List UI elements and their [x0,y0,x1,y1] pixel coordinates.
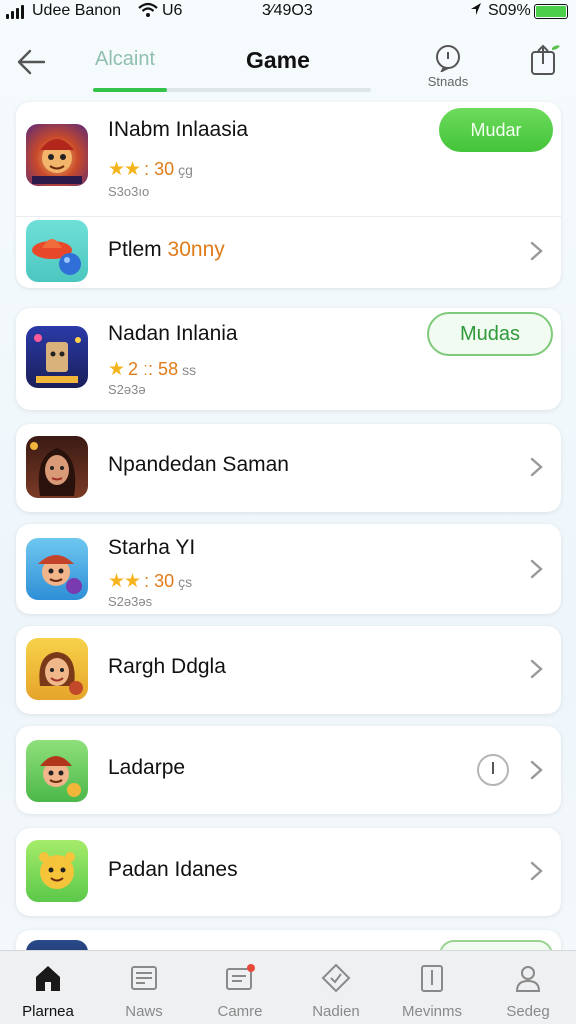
app-icon-inabm[interactable] [26,124,88,186]
rating-value: 2 ː: 58 [128,359,179,379]
app-name-prefix: Ptlem [108,238,162,261]
rating-unit: ss [182,361,197,378]
page-title: Game [246,47,310,73]
network-type: U6 [162,2,183,19]
app-rating: ★★ : 30 ҫs [108,570,192,593]
tab-alcaint[interactable]: Alcaint [95,48,155,71]
divider [16,216,561,217]
nav-camre[interactable]: Camre [195,963,285,1020]
stands-label: Stnads [427,74,469,89]
chevron-right-icon[interactable] [527,658,545,680]
tab-track [93,88,371,92]
rating-value: : 30 [144,159,175,179]
app-header: Alcaint Game Stnads [0,36,576,96]
app-icon-ptlem[interactable] [26,220,88,282]
app-size: S2ə3əs [108,594,153,609]
nav-news-label: Naws [125,1003,163,1020]
chevron-right-icon[interactable] [527,558,545,580]
mudar-button[interactable]: Mudar [439,108,553,152]
share-button[interactable] [526,42,562,78]
stands-button[interactable]: Stnads [424,44,472,89]
rating-stars-icon: ★ [108,359,125,380]
rating-unit: ҫg [178,161,193,178]
app-size: S2ə3ə [108,382,146,397]
share-icon [531,44,560,75]
carrier-name: Udee Banon [32,2,121,19]
nav-mevinms[interactable]: Mevinms [387,963,477,1020]
chevron-right-icon[interactable] [527,240,545,262]
app-group-card: INabm Inlaasia ★★ : 30 ҫg S3o3ıo Mudar P… [16,102,561,288]
chevron-right-icon[interactable] [527,456,545,478]
app-name: Starha YI [108,536,196,559]
tag-icon [321,963,351,993]
app-card[interactable]: Nadan Inlania ★ 2 ː: 58 ss S2ə3ə Mudas [16,308,561,410]
news-icon [131,966,157,990]
nav-sedeg-label: Sedeg [506,1003,550,1020]
app-card[interactable]: Starha YI ★★ : 30 ҫs S2ə3əs [16,524,561,614]
app-icon-starha[interactable] [26,538,88,600]
rating-unit: ҫs [178,573,193,590]
app-name: INabm Inlaasia [108,118,249,141]
app-name: Ladarpe [108,756,186,779]
nav-camre-label: Camre [217,1003,263,1020]
app-name: Rargh Ddgla [108,655,226,678]
info-icon[interactable] [477,754,509,786]
battery-percent: S09% [488,2,531,19]
back-button[interactable] [14,44,54,80]
nav-nadien[interactable]: Nadien [291,963,381,1020]
nav-home-label: Plarnea [22,1003,74,1020]
back-arrow-icon [17,49,46,75]
app-icon-ladarpe[interactable] [26,740,88,802]
mudas-button[interactable]: Mudas [427,312,553,356]
nav-sedeg[interactable]: Sedeg [483,963,573,1020]
rating-value: : 30 [144,571,175,591]
rating-stars-icon: ★★ [108,159,141,180]
app-rating: ★ 2 ː: 58 ss [108,358,196,381]
app-icon-npandedan[interactable] [26,436,88,498]
nav-nadien-label: Nadien [312,1003,360,1020]
profile-icon [515,966,541,992]
app-name: Nadan Inlania [108,322,238,345]
status-bar: Udee Banon U6 3⁄49О3 S09% [0,0,576,24]
bottom-navigation: Plarnea Naws Camre Nadien Mevinms Sedeg [0,950,576,1024]
battery-icon [534,4,568,19]
chat-bubble-icon [436,45,460,72]
app-name-accent: 30nny [167,238,225,261]
wifi-icon [138,2,158,23]
app-name: Padan Idanes [108,858,238,881]
app-rating: ★★ : 30 ҫg [108,158,193,181]
app-card[interactable]: Rargh Ddgla [16,626,561,714]
chevron-right-icon[interactable] [527,759,545,781]
app-card[interactable]: Ladarpe [16,726,561,814]
home-icon [36,966,60,991]
app-name: Npandedan Saman [108,453,289,476]
book-icon [421,965,443,992]
status-time: 3⁄49О3 [262,2,313,19]
nav-home[interactable]: Plarnea [3,963,93,1020]
rating-stars-icon: ★★ [108,571,141,592]
chat-icon [226,964,255,990]
app-icon-nadan[interactable] [26,326,88,388]
app-size: S3o3ıo [108,184,150,199]
location-icon [470,2,482,19]
app-card[interactable]: Npandedan Saman [16,424,561,512]
signal-icon [6,5,24,19]
chevron-right-icon[interactable] [527,860,545,882]
nav-mevinms-label: Mevinms [401,1003,462,1020]
app-icon-padan[interactable] [26,840,88,902]
app-card[interactable]: Padan Idanes [16,828,561,916]
app-icon-rargh[interactable] [26,638,88,700]
app-name: Ptlem 30nny [108,238,225,262]
nav-news[interactable]: Naws [99,963,189,1020]
tab-indicator [93,88,167,92]
